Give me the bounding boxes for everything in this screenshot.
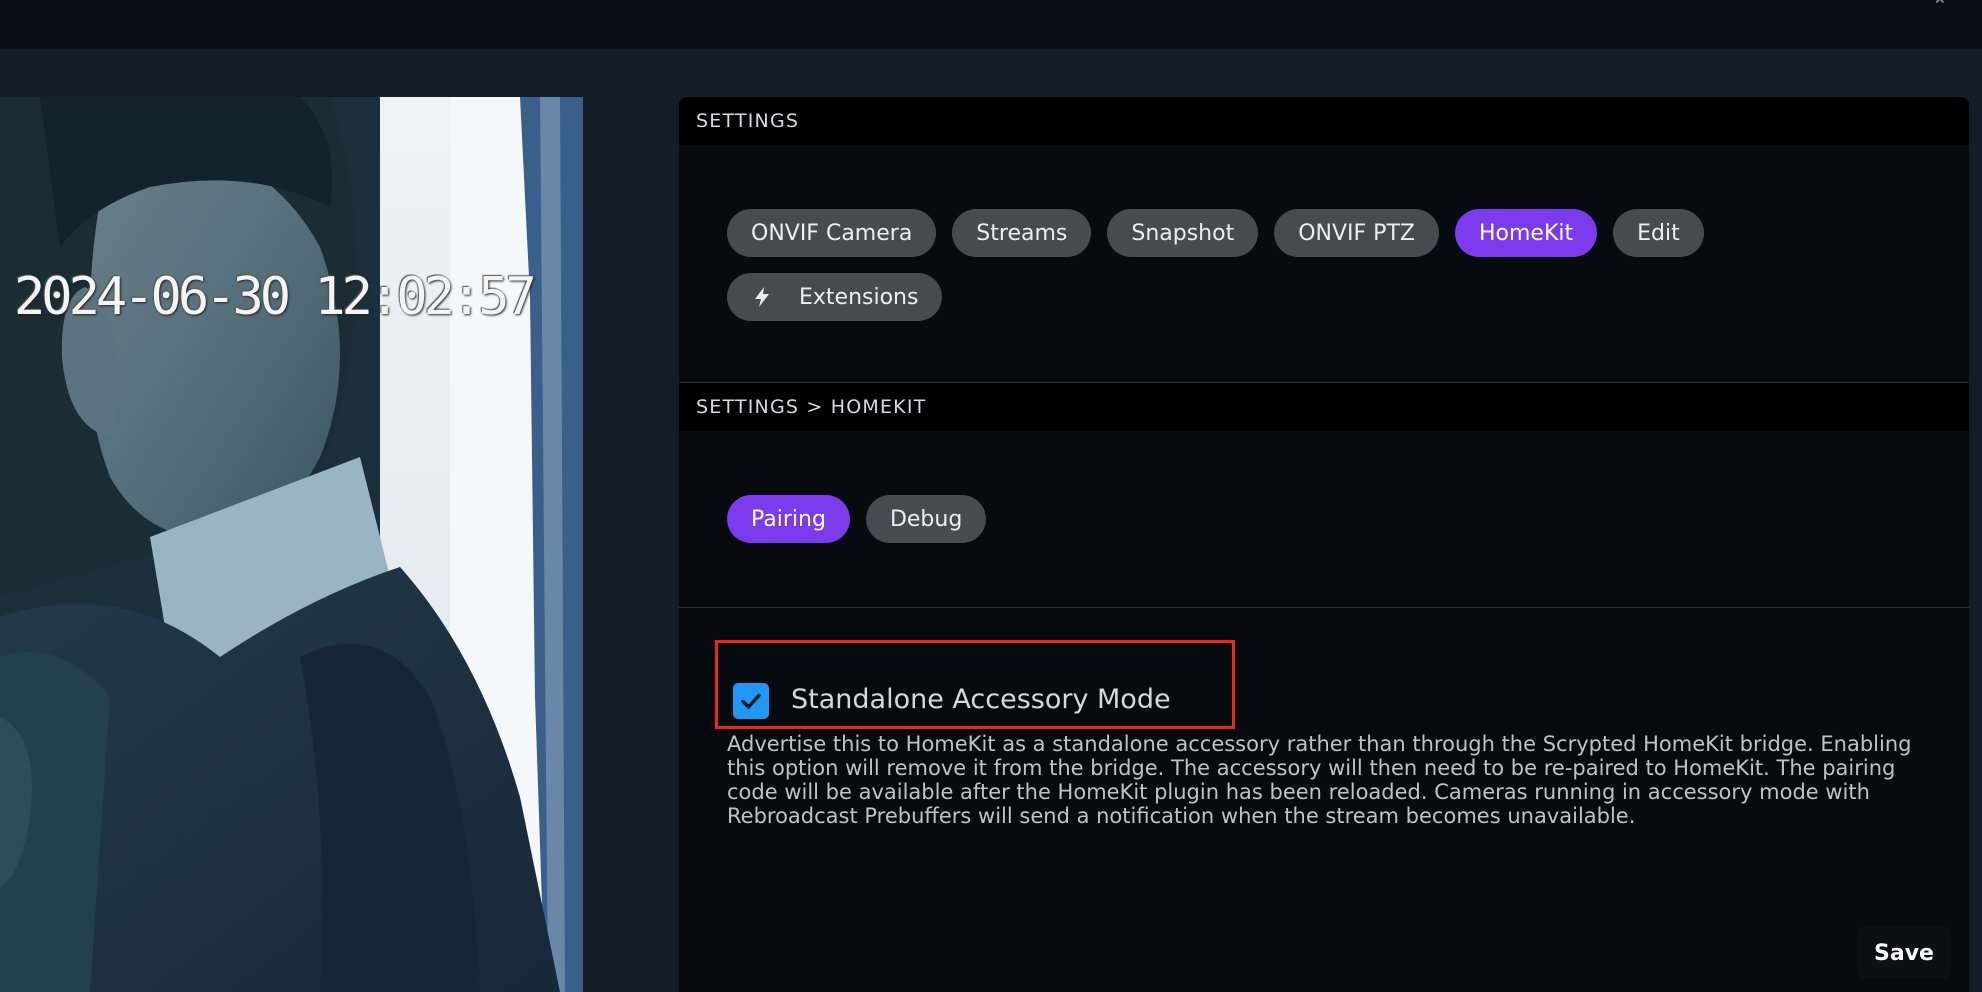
homekit-tabs-section: Pairing Debug <box>679 431 1969 607</box>
tab-pairing[interactable]: Pairing <box>727 495 850 543</box>
camera-snapshot-image <box>0 97 583 992</box>
homekit-header: SETTINGS > HOMEKIT <box>679 383 1969 431</box>
tab-streams[interactable]: Streams <box>952 209 1092 257</box>
settings-tabs-section: ONVIF Camera Streams Snapshot ONVIF PTZ … <box>679 145 1969 382</box>
snapshot-timestamp: 2024-06-30 12:02:57 <box>14 267 537 327</box>
standalone-accessory-checkbox[interactable] <box>733 683 769 719</box>
settings-tab-list: ONVIF Camera Streams Snapshot ONVIF PTZ … <box>727 209 1827 321</box>
tab-extensions[interactable]: Extensions <box>727 273 943 321</box>
homekit-tab-list: Pairing Debug <box>727 495 1827 543</box>
tab-snapshot[interactable]: Snapshot <box>1107 209 1259 257</box>
tab-edit[interactable]: Edit <box>1613 209 1704 257</box>
tab-onvif-camera[interactable]: ONVIF Camera <box>727 209 937 257</box>
settings-header: SETTINGS <box>679 97 1969 145</box>
camera-snapshot: 2024-06-30 12:02:57 <box>0 97 583 992</box>
tab-extensions-label: Extensions <box>799 284 919 310</box>
tab-debug[interactable]: Debug <box>865 495 987 543</box>
lightning-bolt-icon <box>751 286 773 308</box>
standalone-accessory-description: Advertise this to HomeKit as a standalon… <box>727 732 1912 828</box>
tab-onvif-ptz[interactable]: ONVIF PTZ <box>1274 209 1439 257</box>
section-divider-2 <box>679 607 1969 608</box>
checkmark-icon <box>741 693 761 709</box>
tab-homekit[interactable]: HomeKit <box>1454 209 1598 257</box>
close-icon[interactable]: ✕ <box>1934 0 1946 7</box>
save-button[interactable]: Save <box>1857 927 1951 979</box>
settings-panel: SETTINGS ONVIF Camera Streams Snapshot O… <box>679 97 1969 992</box>
top-bar: ✕ <box>0 0 1982 49</box>
standalone-accessory-label: Standalone Accessory Mode <box>791 684 1171 715</box>
